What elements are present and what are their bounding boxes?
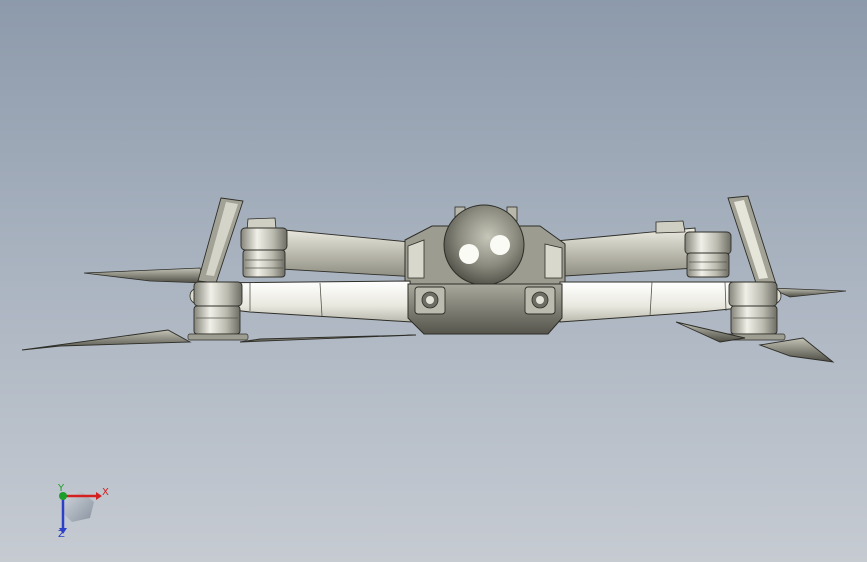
triad-y-label: Y — [58, 483, 65, 494]
triad-x-label: X — [102, 487, 109, 498]
upright-propeller-left[interactable] — [197, 197, 244, 284]
body-lower[interactable] — [407, 283, 563, 335]
triad-z-label: Z — [58, 529, 65, 540]
rear-arm-right[interactable] — [544, 220, 698, 278]
front-motor-right[interactable] — [724, 281, 786, 341]
upright-propeller-right[interactable] — [727, 195, 777, 287]
rear-motor-left[interactable] — [240, 227, 288, 278]
gimbal-dome[interactable] — [443, 204, 525, 286]
front-motor-left[interactable] — [187, 281, 249, 341]
rear-propeller-left[interactable] — [83, 267, 206, 284]
drone-model[interactable] — [0, 0, 867, 562]
graphics-viewport[interactable]: Y X Z — [0, 0, 867, 562]
coordinate-triad: Y X Z — [44, 482, 124, 552]
rear-motor-right[interactable] — [684, 231, 732, 278]
triad-graphic — [59, 490, 102, 534]
rear-propeller-right[interactable] — [769, 287, 847, 298]
